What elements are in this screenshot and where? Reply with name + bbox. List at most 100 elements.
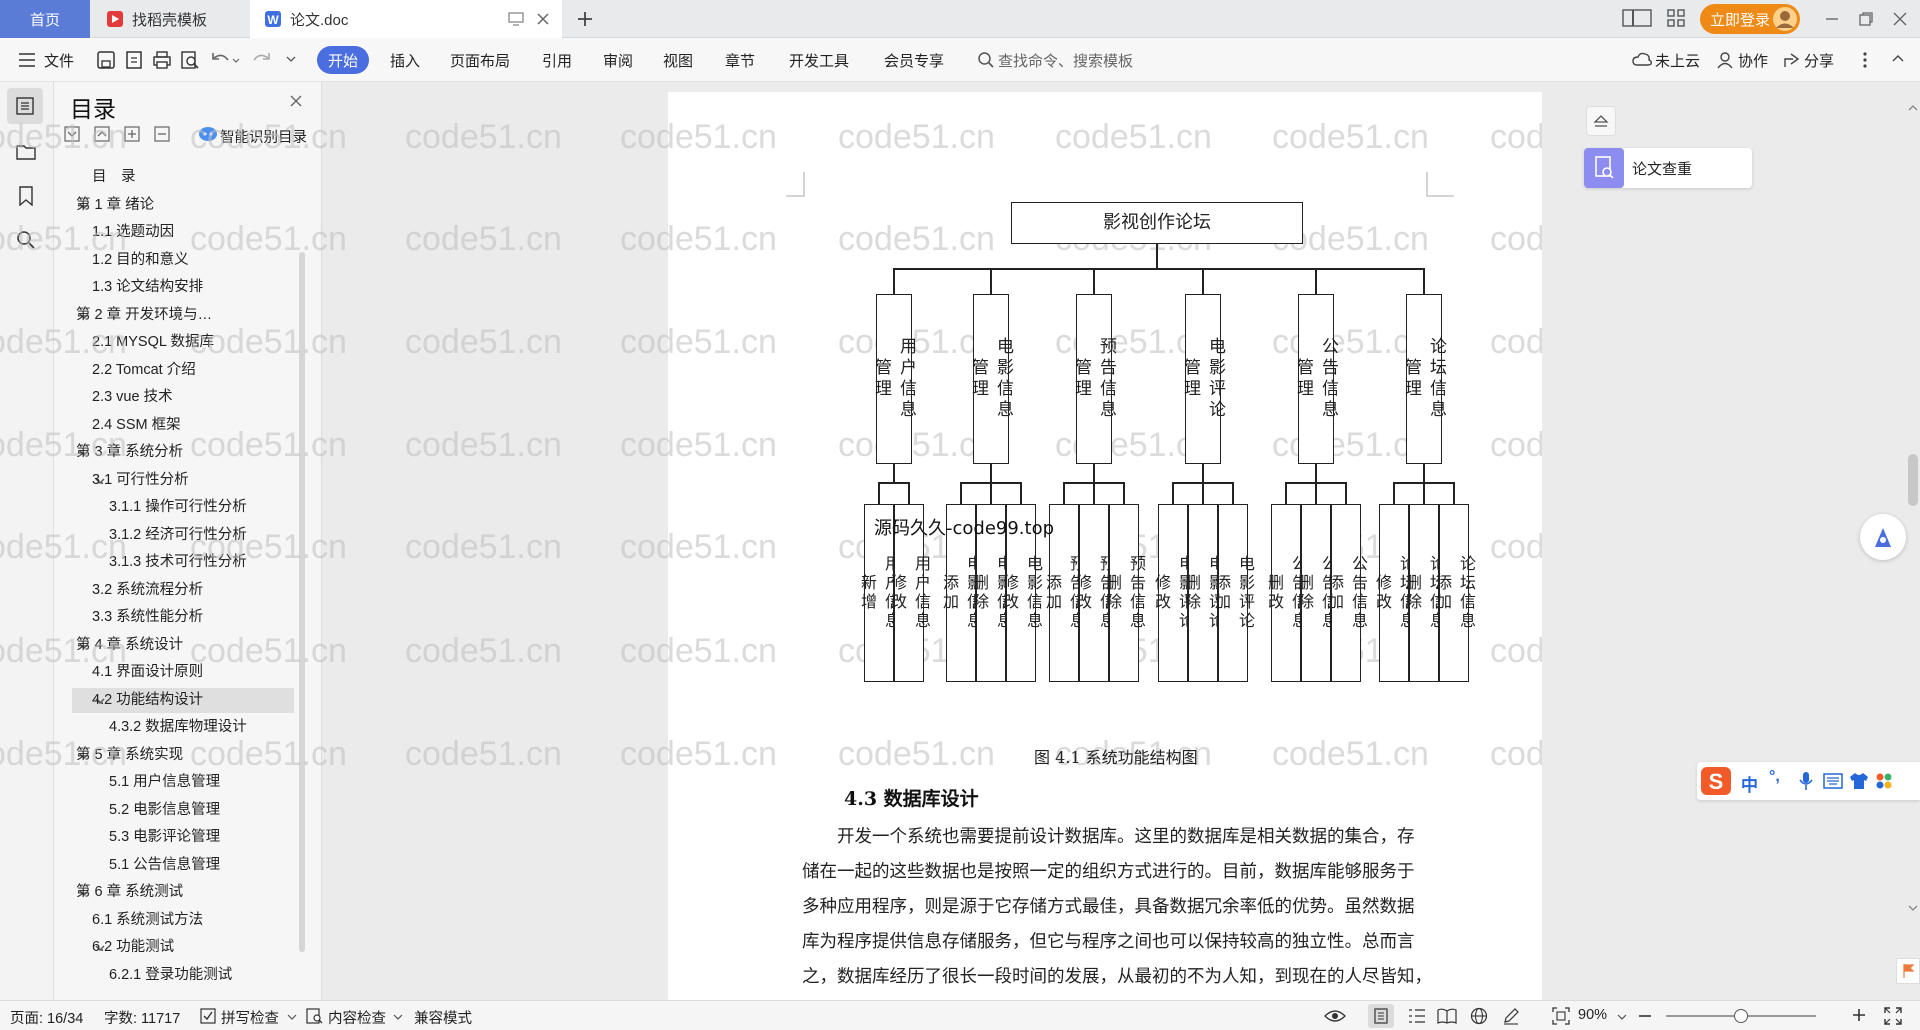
ribbon-tab-view[interactable]: 视图 (663, 50, 693, 71)
toc-item[interactable]: 2.4 SSM 框架 (72, 413, 294, 438)
more-icon[interactable] (1862, 50, 1868, 70)
toc-item[interactable]: 1.3 论文结构安排 (72, 275, 294, 300)
toc-scrollbar[interactable] (299, 252, 305, 952)
redo-icon[interactable] (250, 50, 274, 70)
remove-heading-icon[interactable] (154, 126, 170, 142)
login-button[interactable]: 立即登录 (1700, 4, 1800, 34)
tab-template[interactable]: 找稻壳模板 (92, 0, 247, 38)
toc-item[interactable]: 6.1 系统测试方法 (72, 908, 294, 933)
scroll-down-icon[interactable] (1907, 902, 1919, 914)
word-count[interactable]: 字数: 11717 (104, 1007, 180, 1028)
restore-icon[interactable] (1858, 11, 1874, 27)
toc-item[interactable]: 第 2 章 开发环境与技术 (72, 303, 294, 328)
ribbon-tab-insert[interactable]: 插入 (390, 50, 420, 71)
feedback-button[interactable] (1896, 958, 1920, 984)
spell-check-button[interactable]: 拼写检查 (221, 1007, 279, 1028)
toc-item[interactable]: 5.3 电影评论管理 (72, 825, 294, 850)
scroll-up-icon[interactable] (1907, 102, 1919, 114)
toc-item[interactable]: 第 6 章 系统测试 (72, 880, 294, 905)
collaborate-button[interactable]: 协作 (1738, 50, 1768, 71)
apps-grid-icon[interactable] (1666, 8, 1686, 28)
scrollbar-thumb[interactable] (1908, 454, 1918, 506)
tab-document[interactable]: W 论文.doc (250, 0, 562, 38)
close-window-icon[interactable] (1892, 11, 1908, 27)
toc-item[interactable]: 第 4 章 系统设计 (72, 633, 294, 658)
minimize-icon[interactable] (1824, 11, 1840, 27)
toc-item[interactable]: 3.1.2 经济可行性分析 (72, 523, 294, 548)
page-view-button[interactable] (1368, 1004, 1394, 1028)
page-indicator[interactable]: 页面: 16/34 (10, 1007, 83, 1028)
sogou-icon[interactable]: S (1699, 765, 1733, 797)
bookmark-icon[interactable] (18, 186, 34, 206)
export-pdf-icon[interactable] (124, 50, 144, 70)
eye-protection-icon[interactable] (1324, 1008, 1346, 1024)
menu-icon[interactable] (18, 52, 36, 68)
toc-item[interactable]: 3.2 系统流程分析 (72, 578, 294, 603)
ribbon-tab-member[interactable]: 会员专享 (884, 50, 944, 71)
undo-icon[interactable] (210, 50, 240, 70)
print-icon[interactable] (152, 50, 172, 70)
file-menu[interactable]: 文件 (44, 50, 74, 71)
expand-all-icon[interactable] (94, 126, 110, 142)
ime-language-toggle[interactable]: 中 (1741, 771, 1758, 796)
zoom-dropdown-icon[interactable] (1617, 1012, 1627, 1022)
toc-item[interactable]: 5.2 电影信息管理 (72, 798, 294, 823)
outline-view-icon[interactable] (1408, 1008, 1426, 1024)
quick-access-dropdown-icon[interactable] (285, 53, 297, 65)
fit-page-icon[interactable] (1552, 1007, 1570, 1025)
zoom-in-icon[interactable] (1852, 1008, 1866, 1022)
command-search-input[interactable]: 查找命令、搜索模板 (998, 50, 1133, 71)
new-tab-icon[interactable] (576, 10, 594, 28)
panel-collapse-button[interactable] (1586, 106, 1616, 136)
toc-item[interactable]: 4.2 功能结构设计 (72, 687, 294, 713)
toc-item[interactable]: 1.1 选题动因 (72, 220, 294, 245)
zoom-out-icon[interactable] (1638, 1010, 1652, 1022)
toc-item[interactable]: 第 3 章 系统分析 (72, 440, 294, 465)
ime-apps-icon[interactable] (1875, 772, 1893, 790)
toc-item[interactable]: 3.1.3 技术可行性分析 (72, 550, 294, 575)
find-icon[interactable] (16, 230, 36, 250)
vertical-scrollbar[interactable] (1905, 82, 1920, 1000)
cloud-status[interactable]: 未上云 (1655, 50, 1700, 71)
toc-item[interactable]: 3.1.1 操作可行性分析 (72, 495, 294, 520)
reading-view-icon[interactable] (1437, 1008, 1457, 1024)
zoom-slider-thumb[interactable] (1734, 1009, 1748, 1023)
toc-item[interactable]: 5.1 用户信息管理 (72, 770, 294, 795)
ribbon-tab-review[interactable]: 审阅 (603, 50, 633, 71)
toc-item[interactable]: 4.1 界面设计原则 (72, 660, 294, 685)
ime-punctuation-icon[interactable]: °, (1769, 768, 1780, 786)
ribbon-tab-developer[interactable]: 开发工具 (789, 50, 849, 71)
smart-toc-button[interactable]: 智能识别目录 (220, 126, 307, 147)
collapse-all-icon[interactable] (64, 126, 80, 142)
toc-item[interactable]: 6.2.1 登录功能测试 (72, 963, 294, 988)
fullscreen-icon[interactable] (1884, 1007, 1902, 1025)
skin-icon[interactable] (1849, 772, 1869, 790)
layout-icon[interactable] (1622, 8, 1652, 28)
toc-item[interactable]: 第 5 章 系统实现 (72, 743, 294, 768)
toc-item[interactable]: 5.1 公告信息管理 (72, 853, 294, 878)
screen-icon[interactable] (508, 11, 524, 27)
print-preview-icon[interactable] (180, 50, 200, 70)
content-check-button[interactable]: 内容检查 (328, 1007, 386, 1028)
toc-item[interactable]: 第 1 章 绪论 (72, 193, 294, 218)
assistant-button[interactable] (1860, 514, 1906, 560)
spell-check-dropdown-icon[interactable] (287, 1012, 297, 1022)
ribbon-tab-chapter[interactable]: 章节 (725, 50, 755, 71)
web-view-icon[interactable] (1470, 1007, 1488, 1025)
close-toc-icon[interactable] (289, 94, 303, 108)
save-icon[interactable] (96, 50, 116, 70)
close-tab-icon[interactable] (535, 11, 551, 27)
chapter-nav-icon[interactable] (16, 142, 36, 160)
toc-item[interactable]: 2.2 Tomcat 介绍 (72, 358, 294, 383)
microphone-icon[interactable] (1797, 771, 1815, 791)
keyboard-icon[interactable] (1823, 773, 1843, 789)
paper-check-button[interactable]: 论文查重 (1584, 148, 1752, 188)
add-heading-icon[interactable] (124, 126, 140, 142)
toc-item[interactable]: 3.1 可行性分析 (72, 468, 294, 493)
ribbon-tab-references[interactable]: 引用 (542, 50, 572, 71)
zoom-level[interactable]: 90% (1578, 1007, 1607, 1023)
ribbon-tab-page-layout[interactable]: 页面布局 (450, 50, 510, 71)
toc-item[interactable]: 1.2 目的和意义 (72, 248, 294, 273)
toc-item[interactable]: 6.2 功能测试 (72, 935, 294, 960)
ribbon-tab-start[interactable]: 开始 (317, 46, 369, 74)
